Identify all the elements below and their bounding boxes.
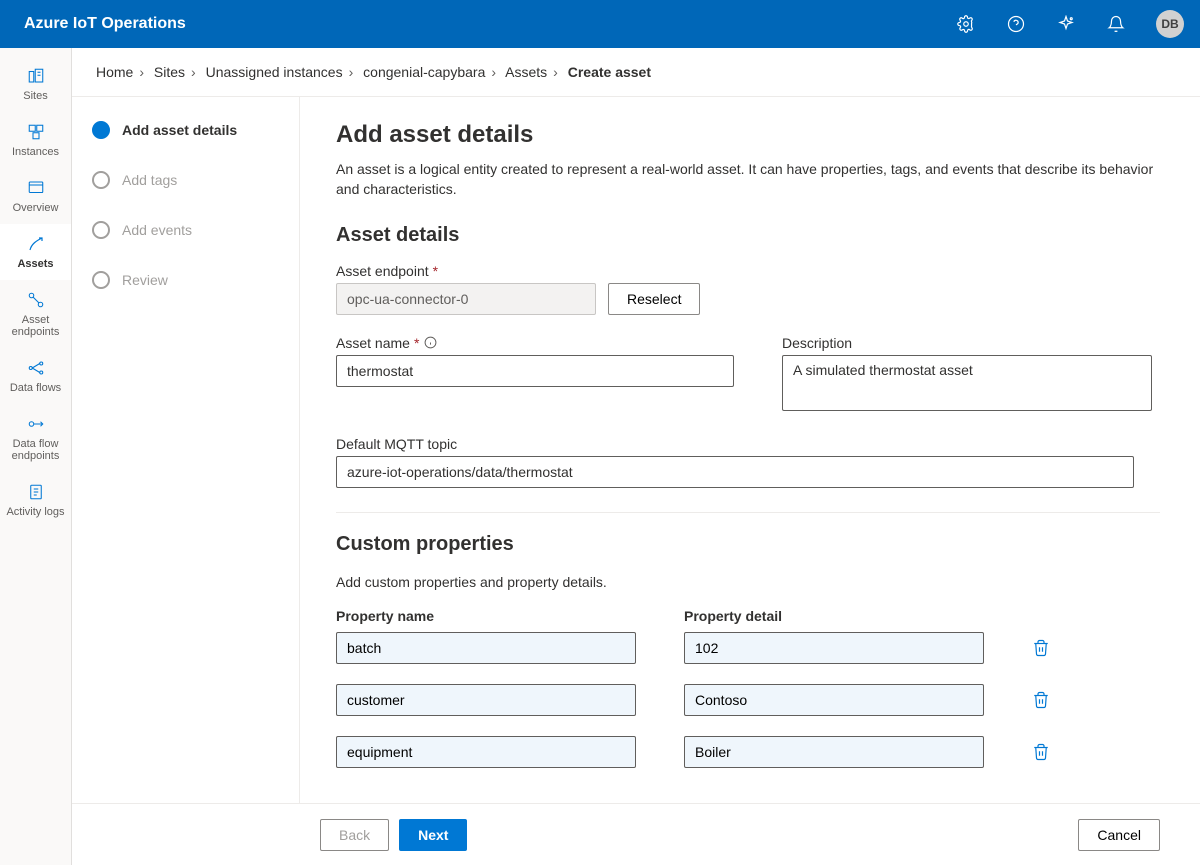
sidebar-item-activity-logs[interactable]: Activity logs [0,472,71,528]
sidebar-item-label: Data flows [10,382,61,394]
sidebar-item-assets[interactable]: Assets [0,224,71,280]
step-dot-icon [92,221,110,239]
property-row [336,736,1160,768]
property-name-input[interactable] [336,736,636,768]
section-heading-properties: Custom properties [336,533,1160,556]
page-description: An asset is a logical entity created to … [336,159,1160,200]
breadcrumb-sep: › [491,64,496,80]
info-icon[interactable] [423,336,437,350]
asset-name-label: Asset name * [336,335,734,351]
breadcrumb-link[interactable]: Unassigned instances [206,64,343,80]
settings-icon[interactable] [950,8,982,40]
step-add-events[interactable]: Add events [92,221,279,239]
sidebar-item-label: Sites [23,90,47,102]
asset-endpoints-icon [26,290,46,310]
sidebar-item-data-flows[interactable]: Data flows [0,348,71,404]
sidebar-item-data-flow-endpoints[interactable]: Data flow endpoints [0,404,71,472]
data-flow-endpoints-icon [26,414,46,434]
next-button[interactable]: Next [399,819,467,851]
endpoint-label: Asset endpoint * [336,263,1160,279]
user-avatar[interactable]: DB [1156,10,1184,38]
step-add-asset-details[interactable]: Add asset details [92,121,279,139]
overview-icon [26,178,46,198]
breadcrumb-sep: › [553,64,558,80]
description-label: Description [782,335,1152,351]
step-label: Add events [122,222,192,238]
left-sidebar: Sites Instances Overview Assets Asset en… [0,48,72,865]
breadcrumb-current: Create asset [568,64,651,80]
sidebar-item-label: Instances [12,146,59,158]
step-label: Add asset details [122,122,237,138]
top-header: Azure IoT Operations DB [0,0,1200,48]
copilot-icon[interactable] [1050,8,1082,40]
property-detail-input[interactable] [684,736,984,768]
activity-logs-icon [26,482,46,502]
breadcrumb-sep: › [139,64,144,80]
property-name-input[interactable] [336,632,636,664]
divider [336,512,1160,513]
breadcrumb-link[interactable]: congenial-capybara [363,64,485,80]
sidebar-item-label: Asset endpoints [4,314,67,338]
notifications-icon[interactable] [1100,8,1132,40]
form-panel: Add asset details An asset is a logical … [300,97,1200,803]
property-detail-input[interactable] [684,684,984,716]
sidebar-item-sites[interactable]: Sites [0,56,71,112]
sidebar-item-label: Assets [17,258,53,270]
step-review[interactable]: Review [92,271,279,289]
sites-icon [26,66,46,86]
step-add-tags[interactable]: Add tags [92,171,279,189]
properties-description: Add custom properties and property detai… [336,572,1160,592]
delete-property-button[interactable] [1032,691,1050,709]
brand-title: Azure IoT Operations [24,15,186,33]
section-heading-details: Asset details [336,224,1160,247]
breadcrumb-sep: › [349,64,354,80]
breadcrumb-link[interactable]: Sites [154,64,185,80]
step-dot-icon [92,271,110,289]
breadcrumb-sep: › [191,64,196,80]
breadcrumb-link[interactable]: Assets [505,64,547,80]
sidebar-item-label: Data flow endpoints [4,438,67,462]
endpoint-value: opc-ua-connector-0 [336,283,596,315]
reselect-button[interactable]: Reselect [608,283,700,315]
content-row: Add asset details Add tags Add events Re… [72,97,1200,804]
step-dot-icon [92,121,110,139]
back-button[interactable]: Back [320,819,389,851]
sidebar-item-label: Activity logs [6,506,64,518]
step-dot-icon [92,171,110,189]
asset-name-input[interactable] [336,355,734,387]
delete-property-button[interactable] [1032,639,1050,657]
sidebar-item-instances[interactable]: Instances [0,112,71,168]
sidebar-item-overview[interactable]: Overview [0,168,71,224]
property-name-input[interactable] [336,684,636,716]
steps-panel: Add asset details Add tags Add events Re… [72,97,300,803]
main-container: Home › Sites › Unassigned instances › conge… [72,48,1200,865]
prop-name-header: Property name [336,608,636,624]
instances-icon [26,122,46,142]
prop-detail-header: Property detail [684,608,984,624]
help-icon[interactable] [1000,8,1032,40]
header-actions: DB [950,8,1184,40]
property-row [336,632,1160,664]
sidebar-item-label: Overview [13,202,59,214]
properties-header: Property name Property detail [336,608,1160,624]
mqtt-input[interactable] [336,456,1134,488]
breadcrumb-link[interactable]: Home [96,64,133,80]
footer-bar: Back Next Cancel [72,804,1200,865]
assets-icon [26,234,46,254]
sidebar-item-asset-endpoints[interactable]: Asset endpoints [0,280,71,348]
property-detail-input[interactable] [684,632,984,664]
cancel-button[interactable]: Cancel [1078,819,1160,851]
description-input[interactable]: A simulated thermostat asset [782,355,1152,411]
property-row [336,684,1160,716]
data-flows-icon [26,358,46,378]
breadcrumb: Home › Sites › Unassigned instances › conge… [72,48,1200,97]
step-label: Review [122,272,168,288]
mqtt-label: Default MQTT topic [336,436,1134,452]
delete-property-button[interactable] [1032,743,1050,761]
step-label: Add tags [122,172,177,188]
page-title: Add asset details [336,121,1160,149]
